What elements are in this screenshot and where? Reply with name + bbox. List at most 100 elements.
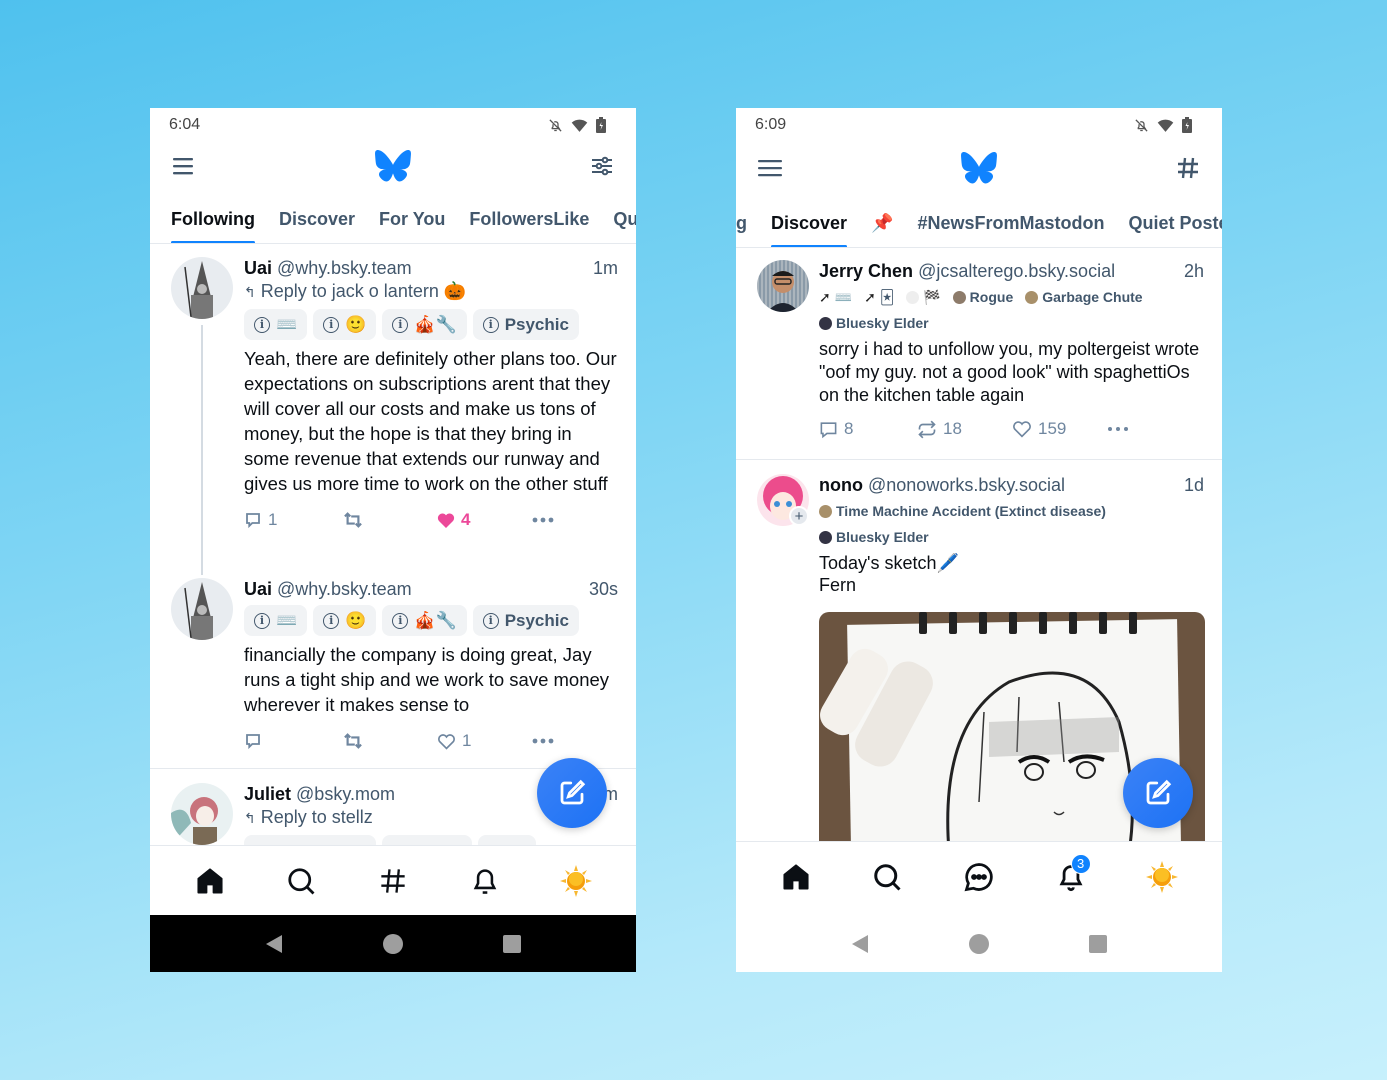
compose-icon [560, 779, 586, 805]
nav-search[interactable] [271, 856, 331, 906]
reply-arrow-icon: ↰ [244, 284, 256, 300]
nav-feeds[interactable] [363, 856, 423, 906]
label-badge[interactable]: Bluesky Elder [819, 529, 929, 545]
bell-icon [473, 868, 496, 894]
label-badge[interactable]: ➚ ⌨️ [819, 289, 852, 306]
feed-settings-icon[interactable] [588, 152, 616, 180]
label-badge[interactable]: Garbage Chute [1025, 289, 1143, 305]
author-name[interactable]: Jerry Chen [819, 261, 913, 281]
repost-button[interactable] [342, 511, 437, 529]
like-button[interactable]: 159 [1012, 419, 1107, 439]
nav-home[interactable] [180, 856, 240, 906]
nav-profile[interactable] [1132, 852, 1192, 902]
like-button[interactable]: 1 [437, 731, 532, 751]
recents-icon[interactable] [503, 934, 521, 953]
feed-tabs: g Discover 📌 #NewsFromMastodon Quiet Pos… [736, 200, 1222, 248]
back-icon[interactable] [851, 934, 869, 954]
label-badge[interactable]: i ⌨️ [244, 309, 308, 340]
avatar[interactable]: + [757, 474, 809, 526]
post-time: 1d [1183, 475, 1204, 495]
compose-button[interactable] [537, 758, 607, 828]
labeler-icon [819, 504, 832, 518]
avatar[interactable] [757, 260, 809, 312]
author-name[interactable]: Uai [244, 258, 272, 278]
author-handle[interactable]: @why.bsky.team [277, 258, 412, 278]
nav-notifications[interactable]: 3 [1041, 852, 1101, 902]
butterfly-logo[interactable] [375, 150, 411, 187]
reply-icon [820, 421, 837, 438]
author-name[interactable]: Uai [244, 579, 272, 599]
status-time: 6:04 [169, 116, 201, 133]
menu-icon[interactable] [756, 154, 784, 182]
tab-quiet-posters[interactable]: Quiet Poster [1117, 200, 1223, 247]
author-name[interactable]: nono [819, 475, 863, 495]
follow-plus-button[interactable]: + [789, 506, 809, 526]
more-button[interactable] [532, 517, 554, 523]
author-handle[interactable]: @nonoworks.bsky.social [868, 475, 1065, 495]
tab-quiet-posters[interactable]: Qu [601, 196, 636, 243]
home-button-icon[interactable] [383, 933, 403, 954]
system-nav-bar [736, 915, 1222, 972]
reply-button[interactable] [244, 732, 342, 750]
reply-button[interactable]: 1 [244, 510, 342, 530]
recents-icon[interactable] [1089, 934, 1107, 953]
nav-notifications[interactable] [455, 856, 515, 906]
post-divider [736, 459, 1222, 460]
reply-to[interactable]: ↰ Reply to jack o lantern 🎃 [244, 279, 618, 304]
author-handle[interactable]: @bsky.mom [296, 784, 395, 804]
labels: Bluesky Elder [819, 526, 1204, 548]
label-badge[interactable]: i ⌨️ [244, 605, 308, 636]
reply-button[interactable]: 8 [819, 419, 917, 439]
repost-button[interactable] [342, 732, 437, 750]
repost-icon [344, 512, 362, 528]
home-icon [783, 863, 809, 890]
tab-pinned[interactable]: 📌 [859, 200, 905, 247]
label-badge[interactable]: 🏁 [906, 289, 941, 306]
nav-chat[interactable] [949, 852, 1009, 902]
thread-line [201, 325, 203, 575]
nav-home[interactable] [766, 852, 826, 902]
label-badge[interactable]: i 🎪🔧 [382, 309, 467, 340]
author-name[interactable]: Juliet [244, 784, 291, 804]
bottom-nav: 3 [736, 841, 1222, 911]
author-handle[interactable]: @jcsalterego.bsky.social [918, 261, 1115, 281]
post-time: 2h [1183, 261, 1204, 281]
tab-newsfrommastodon[interactable]: #NewsFromMastodon [905, 200, 1116, 247]
tab-discover[interactable]: Discover [759, 200, 859, 247]
tab-followerslike[interactable]: FollowersLike [457, 196, 601, 243]
label-badge[interactable]: i Psychic [472, 605, 579, 636]
sun-avatar [560, 864, 593, 897]
back-icon[interactable] [265, 934, 283, 954]
label-badge[interactable]: ➚ 🃏 [864, 289, 894, 306]
compose-button[interactable] [1123, 758, 1193, 828]
nav-search[interactable] [857, 852, 917, 902]
label-badge[interactable]: i 🙂 [313, 309, 377, 340]
tab-for-you[interactable]: For You [367, 196, 457, 243]
label-badge[interactable]: i 🙂 [313, 605, 377, 636]
labeler-icon: ➚ [864, 288, 876, 305]
more-button[interactable] [1107, 426, 1129, 432]
label-badge[interactable]: Rogue [952, 289, 1013, 305]
repost-button[interactable]: 18 [917, 419, 1012, 439]
tab-following[interactable]: g [736, 200, 759, 247]
info-icon: i [482, 316, 499, 333]
info-icon: i [254, 612, 270, 629]
label-badge[interactable]: i 🎪🔧 [382, 605, 467, 636]
wifi-icon [571, 118, 588, 133]
nav-profile[interactable] [546, 856, 606, 906]
label-badge[interactable]: i Psychic [472, 309, 579, 340]
avatar[interactable] [171, 578, 233, 640]
author-handle[interactable]: @why.bsky.team [277, 579, 412, 599]
menu-icon[interactable] [170, 152, 198, 180]
like-button[interactable]: 4 [437, 510, 532, 530]
avatar[interactable] [171, 257, 233, 319]
avatar[interactable] [171, 783, 233, 845]
more-button[interactable] [532, 738, 554, 744]
butterfly-logo[interactable] [961, 152, 997, 189]
home-button-icon[interactable] [969, 933, 989, 954]
hashtag-icon[interactable] [1174, 154, 1202, 182]
label-badge[interactable]: Bluesky Elder [819, 315, 929, 331]
label-badge[interactable]: Time Machine Accident (Extinct disease) [819, 503, 1106, 519]
tab-following[interactable]: Following [159, 196, 267, 243]
tab-discover[interactable]: Discover [267, 196, 367, 243]
